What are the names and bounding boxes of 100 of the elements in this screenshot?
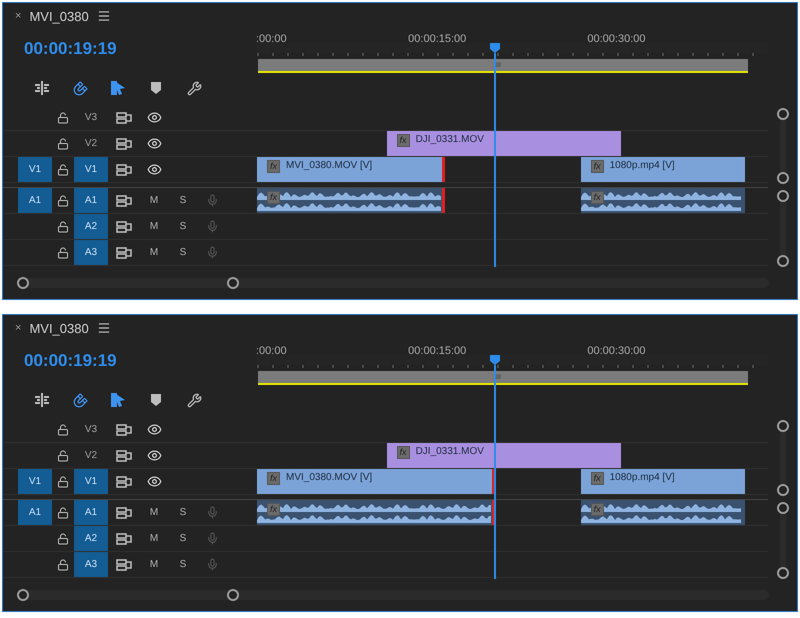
video-clip[interactable]: fx MVI_0380.MOV [V] [257, 469, 496, 494]
audio-clip[interactable]: fx [580, 188, 745, 213]
sequence-title[interactable]: MVI_0380 [29, 320, 89, 336]
ruler-time: 00:00:30:00 [587, 33, 646, 45]
mute-button[interactable]: M [150, 247, 158, 258]
sync-lock-icon [116, 450, 132, 462]
track-target-button[interactable]: A3 [74, 552, 108, 577]
playhead-handle[interactable] [490, 355, 500, 365]
clip-name: MVI_0380.MOV [V] [286, 160, 372, 171]
menu-icon[interactable] [96, 9, 111, 23]
track-target-button[interactable]: V3 [74, 417, 108, 442]
mute-button[interactable]: M [150, 507, 158, 518]
eye-icon[interactable] [146, 136, 162, 151]
solo-button[interactable]: S [180, 559, 186, 570]
sequence-title[interactable]: MVI_0380 [29, 8, 89, 24]
mute-button[interactable]: M [150, 533, 158, 544]
solo-button[interactable]: S [180, 533, 186, 544]
eye-icon[interactable] [146, 474, 162, 489]
timecode[interactable]: 00:00:19:19 [3, 341, 256, 373]
ruler-time: 00:00:30:00 [587, 345, 646, 357]
lock-icon[interactable] [57, 558, 69, 570]
lock-icon[interactable] [57, 246, 69, 258]
eye-icon[interactable] [146, 448, 162, 463]
audio-track-scrollbar[interactable] [780, 190, 786, 268]
magnet-icon [72, 80, 88, 96]
linked-selection-icon [110, 80, 126, 96]
source-patch-button[interactable]: A1 [18, 500, 52, 525]
clip[interactable]: fx DJI_0331.MOV [386, 443, 621, 468]
lock-icon[interactable] [57, 164, 69, 176]
eye-icon[interactable] [146, 162, 162, 177]
horizontal-scrollbar[interactable] [17, 590, 769, 600]
lock-icon[interactable] [57, 424, 69, 436]
magnet-icon [72, 392, 88, 408]
lock-icon[interactable] [57, 220, 69, 232]
close-button[interactable]: × [15, 322, 22, 334]
source-patch-button[interactable]: V1 [18, 469, 52, 494]
solo-button[interactable]: S [180, 247, 186, 258]
audio-track-scrollbar[interactable] [780, 502, 786, 580]
mute-button[interactable]: M [150, 221, 158, 232]
sync-lock-icon [116, 220, 132, 232]
clip-name: DJI_0331.MOV [416, 446, 484, 457]
track-target-button[interactable]: A2 [74, 526, 108, 551]
track-target-button[interactable]: A1 [74, 500, 108, 525]
track-target-button[interactable]: V3 [74, 105, 108, 130]
clip[interactable]: fx DJI_0331.MOV [386, 131, 621, 156]
audio-clip[interactable]: fx [580, 500, 745, 525]
horizontal-scrollbar[interactable] [17, 278, 769, 288]
video-clip[interactable]: fx 1080p.mp4 [V] [580, 469, 745, 494]
source-patch-button[interactable]: A1 [18, 188, 52, 213]
track-target-button[interactable]: V1 [74, 469, 108, 494]
track-target-button[interactable]: V1 [74, 157, 108, 182]
playhead-handle[interactable] [490, 43, 500, 53]
fx-badge: fx [590, 472, 604, 485]
solo-button[interactable]: S [180, 195, 186, 206]
fx-badge: fx [267, 472, 280, 485]
track-target-button[interactable]: V2 [74, 131, 108, 156]
solo-button[interactable]: S [180, 221, 186, 232]
marker-icon [151, 394, 161, 406]
sync-lock-icon [116, 138, 132, 150]
track-target-button[interactable]: A3 [74, 240, 108, 265]
lock-icon[interactable] [57, 138, 69, 150]
lock-icon[interactable] [57, 506, 69, 518]
fx-badge: fx [267, 160, 280, 173]
video-track-scrollbar[interactable] [780, 108, 786, 184]
audio-clip[interactable]: fx [257, 188, 446, 213]
mute-button[interactable]: M [150, 559, 158, 570]
lock-icon[interactable] [57, 476, 69, 488]
video-track-scrollbar[interactable] [780, 420, 786, 496]
audio-clip[interactable]: fx [257, 500, 496, 525]
fx-badge: fx [590, 503, 604, 516]
ruler-time: :00:00 [256, 33, 287, 45]
fx-badge: fx [267, 191, 280, 204]
track-target-button[interactable]: V2 [74, 443, 108, 468]
fx-badge: fx [396, 134, 410, 147]
clip-name: MVI_0380.MOV [V] [286, 472, 372, 483]
source-patch-button[interactable]: V1 [18, 157, 52, 182]
ruler-time: 00:00:15:00 [408, 345, 466, 357]
fx-badge: fx [590, 191, 604, 204]
sync-lock-icon [116, 246, 132, 258]
timecode[interactable]: 00:00:19:19 [3, 29, 256, 61]
lock-icon[interactable] [57, 450, 69, 462]
marker-icon [151, 82, 161, 94]
menu-icon[interactable] [96, 321, 111, 335]
lock-icon[interactable] [57, 112, 69, 124]
mute-button[interactable]: M [150, 195, 158, 206]
sync-lock-icon [116, 112, 132, 124]
insert-icon [34, 393, 50, 407]
sync-lock-icon [116, 476, 132, 488]
solo-button[interactable]: S [180, 507, 186, 518]
eye-icon[interactable] [146, 110, 162, 125]
lock-icon[interactable] [57, 532, 69, 544]
track-target-button[interactable]: A1 [74, 188, 108, 213]
eye-icon[interactable] [146, 422, 162, 437]
video-clip[interactable]: fx MVI_0380.MOV [V] [257, 157, 446, 182]
close-button[interactable]: × [15, 10, 22, 22]
video-clip[interactable]: fx 1080p.mp4 [V] [580, 157, 745, 182]
lock-icon[interactable] [57, 194, 69, 206]
ruler-time: 00:00:15:00 [408, 33, 466, 45]
track-target-button[interactable]: A2 [74, 214, 108, 239]
fx-badge: fx [590, 160, 604, 173]
